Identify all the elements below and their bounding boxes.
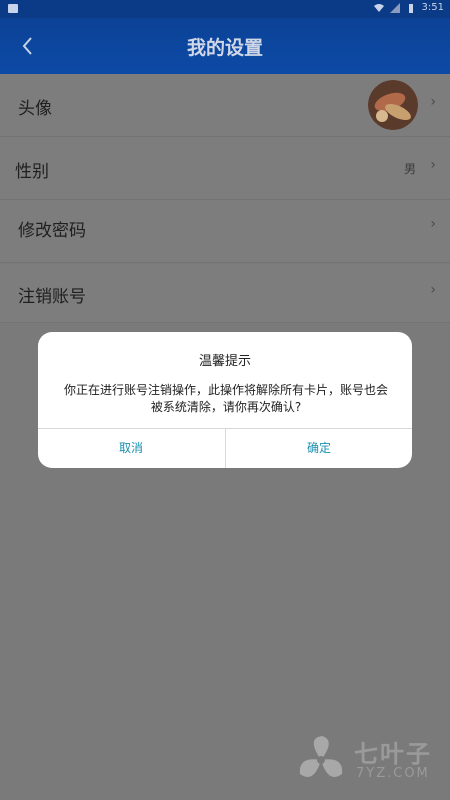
chevron-right-icon: › bbox=[430, 282, 436, 298]
watermark-name: 七叶子 bbox=[354, 740, 432, 768]
page-title: 我的设置 bbox=[186, 37, 263, 59]
signal-icon bbox=[389, 2, 400, 13]
settings-item-gender[interactable]: 性别 男 › bbox=[0, 137, 450, 200]
status-time: 3:51 bbox=[421, 2, 444, 13]
settings-item-label: 头像 bbox=[18, 99, 52, 119]
chevron-right-icon: › bbox=[430, 157, 436, 173]
watermark-url: 7YZ.COM bbox=[356, 766, 430, 781]
cancel-button[interactable]: 取消 bbox=[38, 429, 224, 468]
leaf-logo-icon bbox=[299, 736, 343, 777]
dialog-title: 温馨提示 bbox=[198, 354, 251, 369]
settings-item-delete-account[interactable]: 注销账号 › bbox=[0, 264, 450, 323]
battery-icon bbox=[408, 3, 413, 13]
avatar bbox=[368, 80, 418, 130]
notification-icon bbox=[8, 4, 18, 13]
settings-item-label: 修改密码 bbox=[18, 221, 86, 241]
settings-item-change-password[interactable]: 修改密码 › bbox=[0, 200, 450, 263]
confirm-button[interactable]: 确定 bbox=[226, 429, 412, 468]
chevron-right-icon: › bbox=[430, 94, 436, 110]
wifi-icon bbox=[373, 3, 384, 12]
settings-item-label: 注销账号 bbox=[18, 287, 86, 307]
dialog-message: 你正在进行账号注销操作，此操作将解除所有卡片，账号也会被系统清除，请你再次确认? bbox=[64, 383, 389, 414]
confirm-dialog: 温馨提示 你正在进行账号注销操作，此操作将解除所有卡片，账号也会被系统清除，请你… bbox=[38, 332, 412, 468]
settings-item-label: 性别 bbox=[15, 162, 49, 182]
watermark: 七叶子 7YZ.COM bbox=[296, 732, 446, 788]
settings-item-value: 男 bbox=[403, 162, 416, 176]
chevron-right-icon: › bbox=[430, 216, 436, 232]
status-bar: 3:51 bbox=[0, 0, 450, 18]
app-bar: 我的设置 bbox=[0, 18, 450, 74]
settings-item-avatar[interactable]: 头像 › bbox=[0, 74, 450, 137]
